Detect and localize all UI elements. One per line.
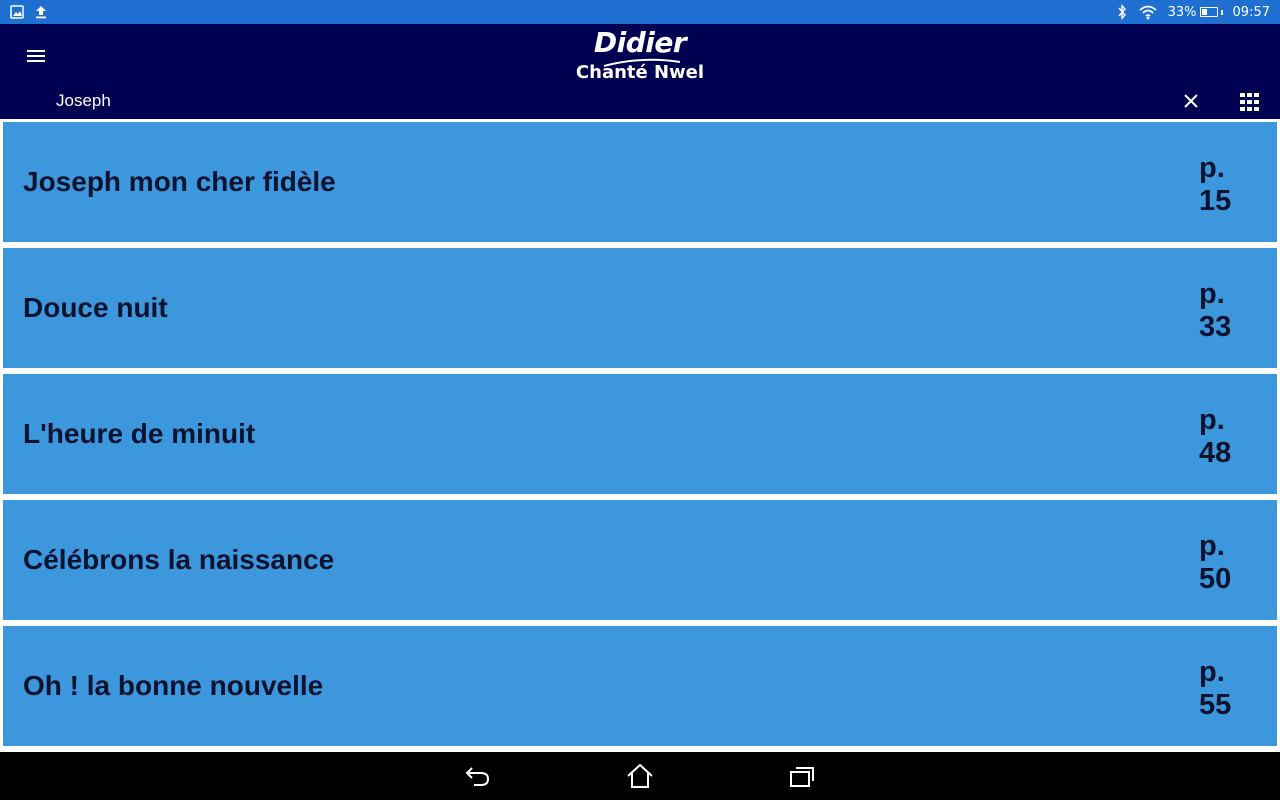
grid-icon — [1240, 93, 1259, 111]
battery-icon — [1199, 7, 1218, 17]
song-list: Joseph mon cher fidèle p. 15 Douce nuit … — [0, 119, 1280, 752]
status-bar: 33% 09:57 — [0, 0, 1280, 24]
wifi-icon — [1138, 0, 1158, 24]
song-page-prefix: p. — [1199, 278, 1225, 310]
grid-view-button[interactable] — [1234, 86, 1266, 118]
song-page-number: 15 — [1199, 185, 1232, 217]
song-list-item[interactable]: Douce nuit p. 33 — [3, 248, 1277, 368]
search-input[interactable] — [48, 88, 1148, 114]
song-page: p. 55 — [1191, 656, 1251, 722]
bluetooth-icon — [1116, 0, 1128, 24]
song-page: p. 33 — [1191, 278, 1251, 344]
logo-brand: Didier — [593, 26, 687, 59]
status-right: 33% 09:57 — [1116, 0, 1270, 24]
status-left — [10, 0, 48, 24]
song-page-number: 55 — [1199, 689, 1232, 721]
recents-button[interactable] — [782, 760, 822, 792]
menu-icon — [27, 50, 45, 62]
song-title: Douce nuit — [23, 292, 168, 323]
song-page-prefix: p. — [1199, 530, 1225, 562]
app-logo: Didier Chanté Nwel — [560, 26, 720, 90]
song-page-prefix: p. — [1199, 404, 1225, 436]
song-page-number: 48 — [1199, 437, 1232, 469]
battery-tip — [1220, 9, 1223, 15]
song-page: p. 15 — [1191, 152, 1251, 218]
battery-fill — [1201, 9, 1207, 15]
song-list-item[interactable]: L'heure de minuit p. 48 — [3, 374, 1277, 494]
home-button[interactable] — [620, 760, 660, 792]
song-title: Oh ! la bonne nouvelle — [23, 670, 324, 701]
recents-icon — [790, 767, 814, 787]
search-row — [0, 86, 1280, 116]
upload-icon — [34, 0, 48, 24]
logo-swoosh-icon — [603, 58, 681, 67]
song-title: Joseph mon cher fidèle — [23, 166, 336, 197]
clear-search-button[interactable] — [1176, 86, 1206, 116]
back-button[interactable] — [458, 760, 498, 792]
battery-indicator: 33% — [1168, 5, 1223, 20]
battery-percent: 33% — [1167, 4, 1197, 20]
close-icon — [1184, 94, 1198, 108]
song-page-prefix: p. — [1199, 152, 1225, 184]
song-page-prefix: p. — [1199, 656, 1225, 688]
song-title: Célébrons la naissance — [23, 544, 335, 575]
song-page: p. 48 — [1191, 404, 1251, 470]
home-icon — [627, 763, 653, 788]
song-list-item[interactable]: Célébrons la naissance p. 50 — [3, 500, 1277, 620]
song-list-item[interactable]: Oh ! la bonne nouvelle p. 55 — [3, 626, 1277, 746]
image-icon — [10, 0, 24, 24]
clock: 09:57 — [1232, 4, 1270, 20]
song-page-number: 33 — [1199, 311, 1232, 343]
song-title: L'heure de minuit — [23, 418, 256, 449]
back-icon — [465, 767, 490, 786]
song-page-number: 50 — [1199, 563, 1232, 595]
menu-button[interactable] — [16, 42, 56, 70]
app-bar: Didier Chanté Nwel — [0, 24, 1280, 119]
navigation-bar — [0, 752, 1280, 800]
song-page: p. 50 — [1191, 530, 1251, 596]
song-list-item[interactable]: Joseph mon cher fidèle p. 15 — [3, 122, 1277, 242]
